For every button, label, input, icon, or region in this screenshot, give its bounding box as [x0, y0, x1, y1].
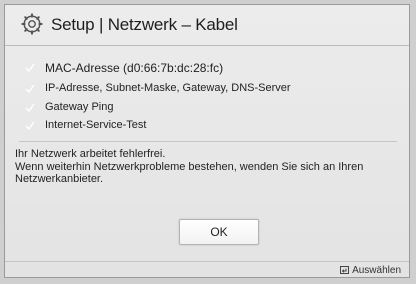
header-divider — [5, 45, 409, 46]
ok-button[interactable]: OK — [179, 219, 259, 245]
check-label: MAC-Adresse (d0:66:7b:dc:28:fc) — [45, 61, 224, 75]
checkmark-icon — [25, 121, 35, 131]
footer-hint: Auswählen — [340, 265, 401, 276]
check-label: Gateway Ping — [45, 101, 114, 113]
status-message-line2: Wenn weiterhin Netzwerkprobleme bestehen… — [15, 160, 364, 186]
content-divider — [19, 141, 397, 142]
dialog-header: Setup | Netzwerk – Kabel — [5, 5, 409, 45]
checkmark-icon — [25, 63, 35, 73]
footer-hint-label: Auswählen — [352, 265, 401, 276]
enter-icon — [340, 266, 350, 274]
footer-divider — [5, 261, 409, 262]
checkmark-icon — [25, 84, 35, 94]
gear-icon — [21, 13, 43, 35]
check-label: Internet-Service-Test — [45, 119, 147, 131]
status-message-line1: Ihr Netzwerk arbeitet fehlerfrei. — [15, 148, 166, 160]
status-message: Ihr Netzwerk arbeitet fehlerfrei. Wenn w… — [15, 148, 395, 186]
checkmark-icon — [25, 103, 35, 113]
network-setup-dialog: Setup | Netzwerk – Kabel MAC-Adresse (d0… — [4, 4, 410, 278]
check-label: IP-Adresse, Subnet-Maske, Gateway, DNS-S… — [45, 82, 291, 94]
dialog-title: Setup | Netzwerk – Kabel — [51, 15, 238, 34]
